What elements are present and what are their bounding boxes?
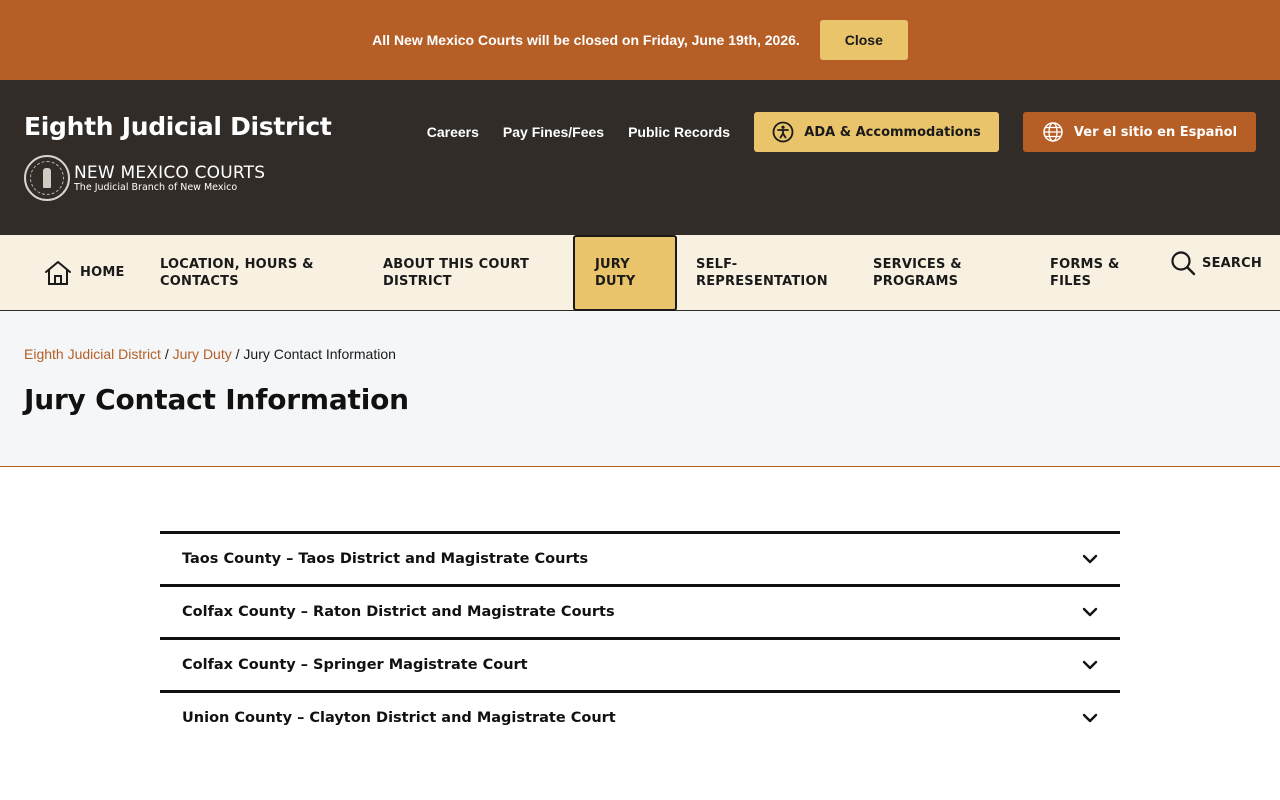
county-accordion: Taos County – Taos District and Magistra… xyxy=(160,531,1120,743)
court-seal-icon xyxy=(24,155,70,201)
site-header: Eighth Judicial District NEW MEXICO COUR… xyxy=(0,80,1280,235)
accordion-label: Colfax County – Springer Magistrate Cour… xyxy=(182,657,528,673)
breadcrumb-current: Jury Contact Information xyxy=(243,346,396,362)
globe-icon xyxy=(1042,121,1064,143)
breadcrumb: Eighth Judicial District / Jury Duty / J… xyxy=(24,346,396,362)
accessibility-icon xyxy=(772,121,794,143)
accordion-label: Colfax County – Raton District and Magis… xyxy=(182,604,615,620)
site-title[interactable]: Eighth Judicial District xyxy=(24,112,332,141)
nav-home-label: HOME xyxy=(80,265,125,280)
breadcrumb-jury-duty-link[interactable]: Jury Duty xyxy=(173,346,232,362)
spanish-site-button[interactable]: Ver el sitio en Español xyxy=(1023,112,1256,152)
careers-link[interactable]: Careers xyxy=(427,124,479,140)
nav-item-home[interactable]: HOME xyxy=(44,235,125,310)
public-records-link[interactable]: Public Records xyxy=(628,124,730,140)
logo-sub-text: The Judicial Branch of New Mexico xyxy=(74,181,238,193)
utility-nav: Careers Pay Fines/Fees Public Records AD… xyxy=(427,112,1256,152)
accordion-item-colfax-raton[interactable]: Colfax County – Raton District and Magis… xyxy=(160,584,1120,637)
accordion-label: Union County – Clayton District and Magi… xyxy=(182,710,616,726)
nav-item-self-representation[interactable]: SELF-REPRESENTATION xyxy=(696,235,846,310)
chevron-down-icon xyxy=(1082,607,1098,617)
nav-item-jury-duty[interactable]: JURY DUTY xyxy=(573,235,677,311)
search-button[interactable]: SEARCH xyxy=(1170,235,1262,291)
alert-message: All New Mexico Courts will be closed on … xyxy=(372,32,800,48)
ada-button-label: ADA & Accommodations xyxy=(804,124,981,140)
chevron-down-icon xyxy=(1082,554,1098,564)
nav-item-services[interactable]: SERVICES & PROGRAMS xyxy=(873,235,1003,310)
main-nav: HOME LOCATION, HOURS & CONTACTS ABOUT TH… xyxy=(0,235,1280,311)
search-label: SEARCH xyxy=(1202,255,1262,271)
accordion-item-colfax-springer[interactable]: Colfax County – Springer Magistrate Cour… xyxy=(160,637,1120,690)
ada-accommodations-button[interactable]: ADA & Accommodations xyxy=(754,112,999,152)
page-header: Eighth Judicial District / Jury Duty / J… xyxy=(0,311,1280,467)
nm-courts-logo[interactable]: NEW MEXICO COURTS The Judicial Branch of… xyxy=(24,155,265,201)
nav-item-about[interactable]: ABOUT THIS COURT DISTRICT xyxy=(383,235,563,310)
breadcrumb-home-link[interactable]: Eighth Judicial District xyxy=(24,346,161,362)
home-icon xyxy=(44,260,72,286)
chevron-down-icon xyxy=(1082,660,1098,670)
nav-item-location[interactable]: LOCATION, HOURS & CONTACTS xyxy=(160,235,340,310)
chevron-down-icon xyxy=(1082,713,1098,723)
accordion-item-union-clayton[interactable]: Union County – Clayton District and Magi… xyxy=(160,690,1120,743)
accordion-item-taos[interactable]: Taos County – Taos District and Magistra… xyxy=(160,531,1120,584)
logo-main-text: NEW MEXICO COURTS xyxy=(74,162,266,183)
pay-fines-link[interactable]: Pay Fines/Fees xyxy=(503,124,604,140)
close-alert-button[interactable]: Close xyxy=(819,20,908,60)
page-title: Jury Contact Information xyxy=(24,383,409,416)
breadcrumb-separator: / xyxy=(164,346,173,362)
nav-item-forms[interactable]: FORMS & FILES xyxy=(1050,235,1150,310)
accordion-label: Taos County – Taos District and Magistra… xyxy=(182,551,589,567)
alert-banner: All New Mexico Courts will be closed on … xyxy=(0,0,1280,80)
search-icon xyxy=(1170,250,1196,276)
spanish-button-label: Ver el sitio en Español xyxy=(1073,124,1238,140)
